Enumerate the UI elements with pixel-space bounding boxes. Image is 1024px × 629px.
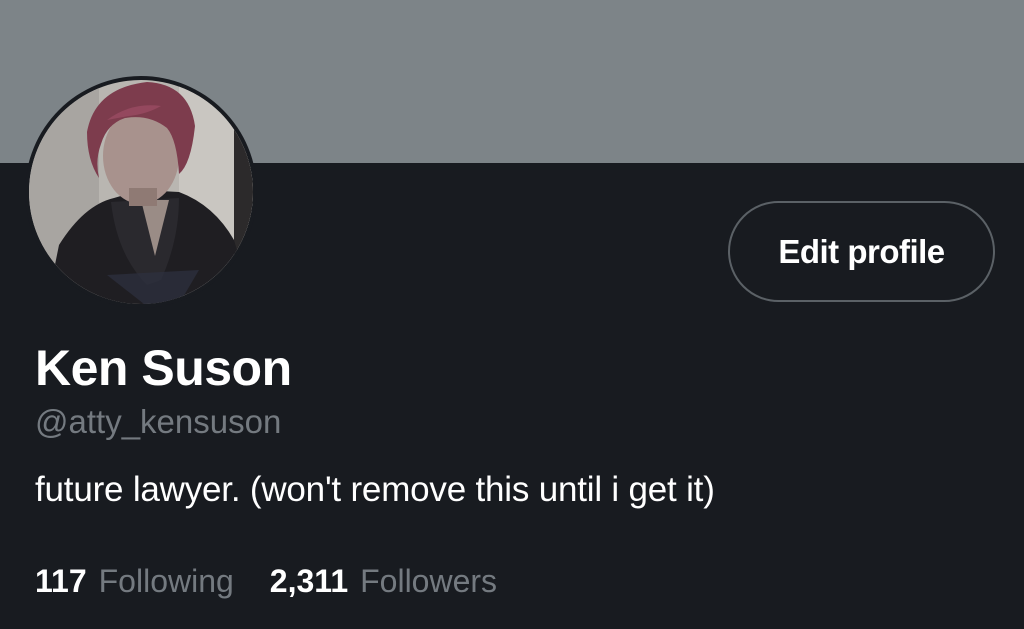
following-link[interactable]: 117 Following: [35, 560, 234, 602]
avatar-photo: [29, 80, 253, 304]
profile-stats: 117 Following 2,311 Followers: [35, 560, 497, 602]
followers-count: 2,311: [269, 563, 349, 599]
edit-profile-button[interactable]: Edit profile: [728, 201, 995, 302]
followers-link[interactable]: 2,311 Followers: [270, 560, 497, 602]
following-label: Following: [98, 563, 234, 599]
profile-handle: @atty_kensuson: [35, 403, 282, 440]
profile-display-name: Ken Suson: [35, 340, 292, 396]
followers-label: Followers: [360, 563, 498, 599]
profile-page: Edit profile Ken Suson @atty_kensuson fu…: [0, 0, 1024, 629]
profile-bio: future lawyer. (won't remove this until …: [35, 470, 715, 509]
following-count: 117: [35, 563, 87, 599]
avatar[interactable]: [25, 76, 257, 308]
